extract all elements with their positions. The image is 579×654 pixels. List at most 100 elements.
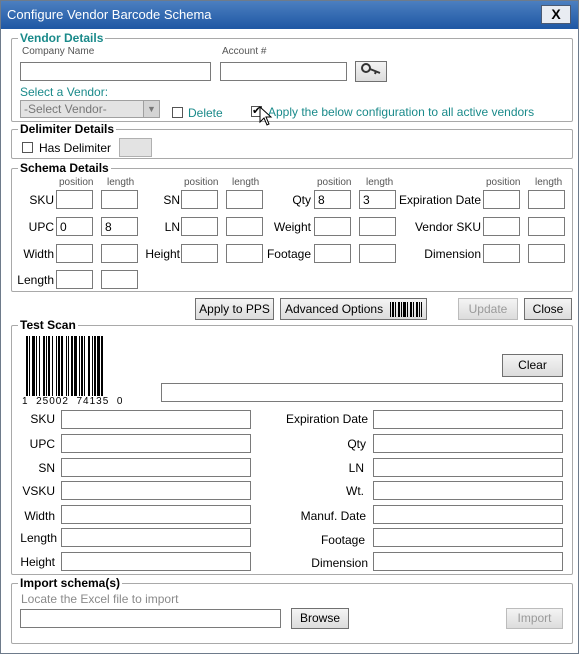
length-position-input[interactable]	[56, 270, 93, 289]
ln-label: LN	[164, 220, 180, 234]
scan-width-output[interactable]	[61, 505, 251, 524]
vendor-select-value: -Select Vendor-	[24, 102, 107, 116]
test-scan-group: Test Scan 1 25002 74135 0 Clear SKU UPC …	[11, 318, 573, 575]
vendor-search-button[interactable]	[355, 61, 387, 82]
sku-label: SKU	[29, 193, 54, 207]
has-delimiter-checkbox[interactable]	[22, 142, 33, 153]
scan-width-label: Width	[24, 509, 55, 523]
barcode-bar	[56, 336, 57, 396]
scan-length-output[interactable]	[61, 528, 251, 547]
scan-height-output[interactable]	[61, 552, 251, 571]
test-scan-legend: Test Scan	[18, 318, 78, 332]
account-number-input[interactable]	[220, 62, 347, 81]
update-button[interactable]: Update	[458, 298, 518, 320]
ln-length-input[interactable]	[226, 217, 263, 236]
position-header: position	[59, 177, 94, 188]
barcode-bar	[101, 336, 103, 396]
vendor-select[interactable]: -Select Vendor- ▼	[20, 100, 160, 118]
weight-position-input[interactable]	[314, 217, 351, 236]
barcode-icon	[390, 302, 422, 317]
weight-length-input[interactable]	[359, 217, 396, 236]
barcode-bar	[43, 336, 45, 396]
length-header: length	[107, 177, 135, 188]
advanced-options-button[interactable]: Advanced Options	[280, 298, 427, 320]
ln-position-input[interactable]	[181, 217, 218, 236]
scan-sku-label: SKU	[30, 412, 55, 426]
scan-qty-output[interactable]	[373, 434, 563, 453]
clear-button[interactable]: Clear	[502, 354, 563, 377]
height-length-input[interactable]	[226, 244, 263, 263]
vsku-length-input[interactable]	[528, 217, 565, 236]
mouse-cursor-icon	[259, 106, 273, 126]
length-length-input[interactable]	[101, 270, 138, 289]
footage-position-input[interactable]	[314, 244, 351, 263]
sn-position-input[interactable]	[181, 190, 218, 209]
barcode-bar	[39, 336, 40, 396]
sn-length-input[interactable]	[226, 190, 263, 209]
select-vendor-label: Select a Vendor:	[20, 85, 109, 99]
expiration-date-label: Expiration Date	[398, 193, 481, 207]
barcode-bar	[81, 336, 83, 396]
close-window-button[interactable]: X	[541, 5, 571, 24]
delimiter-details-group: Delimiter Details Has Delimiter	[11, 122, 573, 159]
delimiter-input[interactable]	[119, 138, 152, 157]
scan-input[interactable]	[161, 383, 563, 402]
scan-height-label: Height	[20, 555, 55, 569]
position-header: position	[317, 177, 352, 188]
exp-length-input[interactable]	[528, 190, 565, 209]
scan-upc-output[interactable]	[61, 434, 251, 453]
qty-length-input[interactable]	[359, 190, 396, 209]
scan-wt-output[interactable]	[373, 481, 563, 500]
dimension-length-input[interactable]	[528, 244, 565, 263]
account-number-label: Account #	[222, 46, 267, 57]
upc-label: UPC	[28, 220, 54, 234]
company-name-input[interactable]	[20, 62, 211, 81]
sku-position-input[interactable]	[56, 190, 93, 209]
dimension-position-input[interactable]	[483, 244, 520, 263]
scan-ln-label: LN	[348, 461, 364, 475]
barcode-bar	[61, 336, 63, 396]
scan-qty-label: Qty	[347, 437, 366, 451]
import-button[interactable]: Import	[506, 608, 563, 629]
import-hint: Locate the Excel file to import	[21, 592, 179, 606]
length-header: length	[535, 177, 563, 188]
barcode-bar	[48, 336, 50, 396]
barcode-bar	[74, 336, 77, 396]
upc-position-input[interactable]	[56, 217, 93, 236]
barcode-bar	[66, 336, 67, 396]
scan-vsku-output[interactable]	[61, 481, 251, 500]
apply-to-pps-button[interactable]: Apply to PPS	[195, 298, 274, 320]
exp-position-input[interactable]	[483, 190, 520, 209]
scan-sku-output[interactable]	[61, 410, 251, 429]
scan-sn-label: SN	[38, 461, 55, 475]
vendor-details-legend: Vendor Details	[18, 31, 106, 45]
height-position-input[interactable]	[181, 244, 218, 263]
delimiter-details-legend: Delimiter Details	[18, 122, 117, 136]
scan-wt-label: Wt.	[346, 484, 364, 498]
scan-dimension-output[interactable]	[373, 552, 563, 571]
scan-expiration-output[interactable]	[373, 410, 563, 429]
position-header: position	[486, 177, 521, 188]
barcode-bar	[52, 336, 53, 396]
delete-checkbox[interactable]	[172, 107, 183, 118]
import-schema-legend: Import schema(s)	[18, 576, 123, 590]
barcode-bars	[26, 336, 103, 396]
scan-sn-output[interactable]	[61, 458, 251, 477]
scan-expiration-label: Expiration Date	[285, 412, 368, 426]
browse-button[interactable]: Browse	[291, 608, 349, 629]
width-position-input[interactable]	[56, 244, 93, 263]
scan-footage-output[interactable]	[373, 528, 563, 547]
scan-manuf-date-output[interactable]	[373, 505, 563, 524]
window-title: Configure Vendor Barcode Schema	[7, 7, 212, 22]
close-button[interactable]: Close	[524, 298, 572, 320]
dimension-label: Dimension	[424, 247, 481, 261]
vendor-sku-label: Vendor SKU	[414, 220, 481, 234]
footage-length-input[interactable]	[359, 244, 396, 263]
import-file-input[interactable]	[20, 609, 281, 628]
schema-details-legend: Schema Details	[18, 161, 111, 175]
has-delimiter-label: Has Delimiter	[39, 141, 112, 155]
scan-ln-output[interactable]	[373, 458, 563, 477]
delete-label: Delete	[188, 106, 223, 120]
qty-position-input[interactable]	[314, 190, 351, 209]
vsku-position-input[interactable]	[483, 217, 520, 236]
